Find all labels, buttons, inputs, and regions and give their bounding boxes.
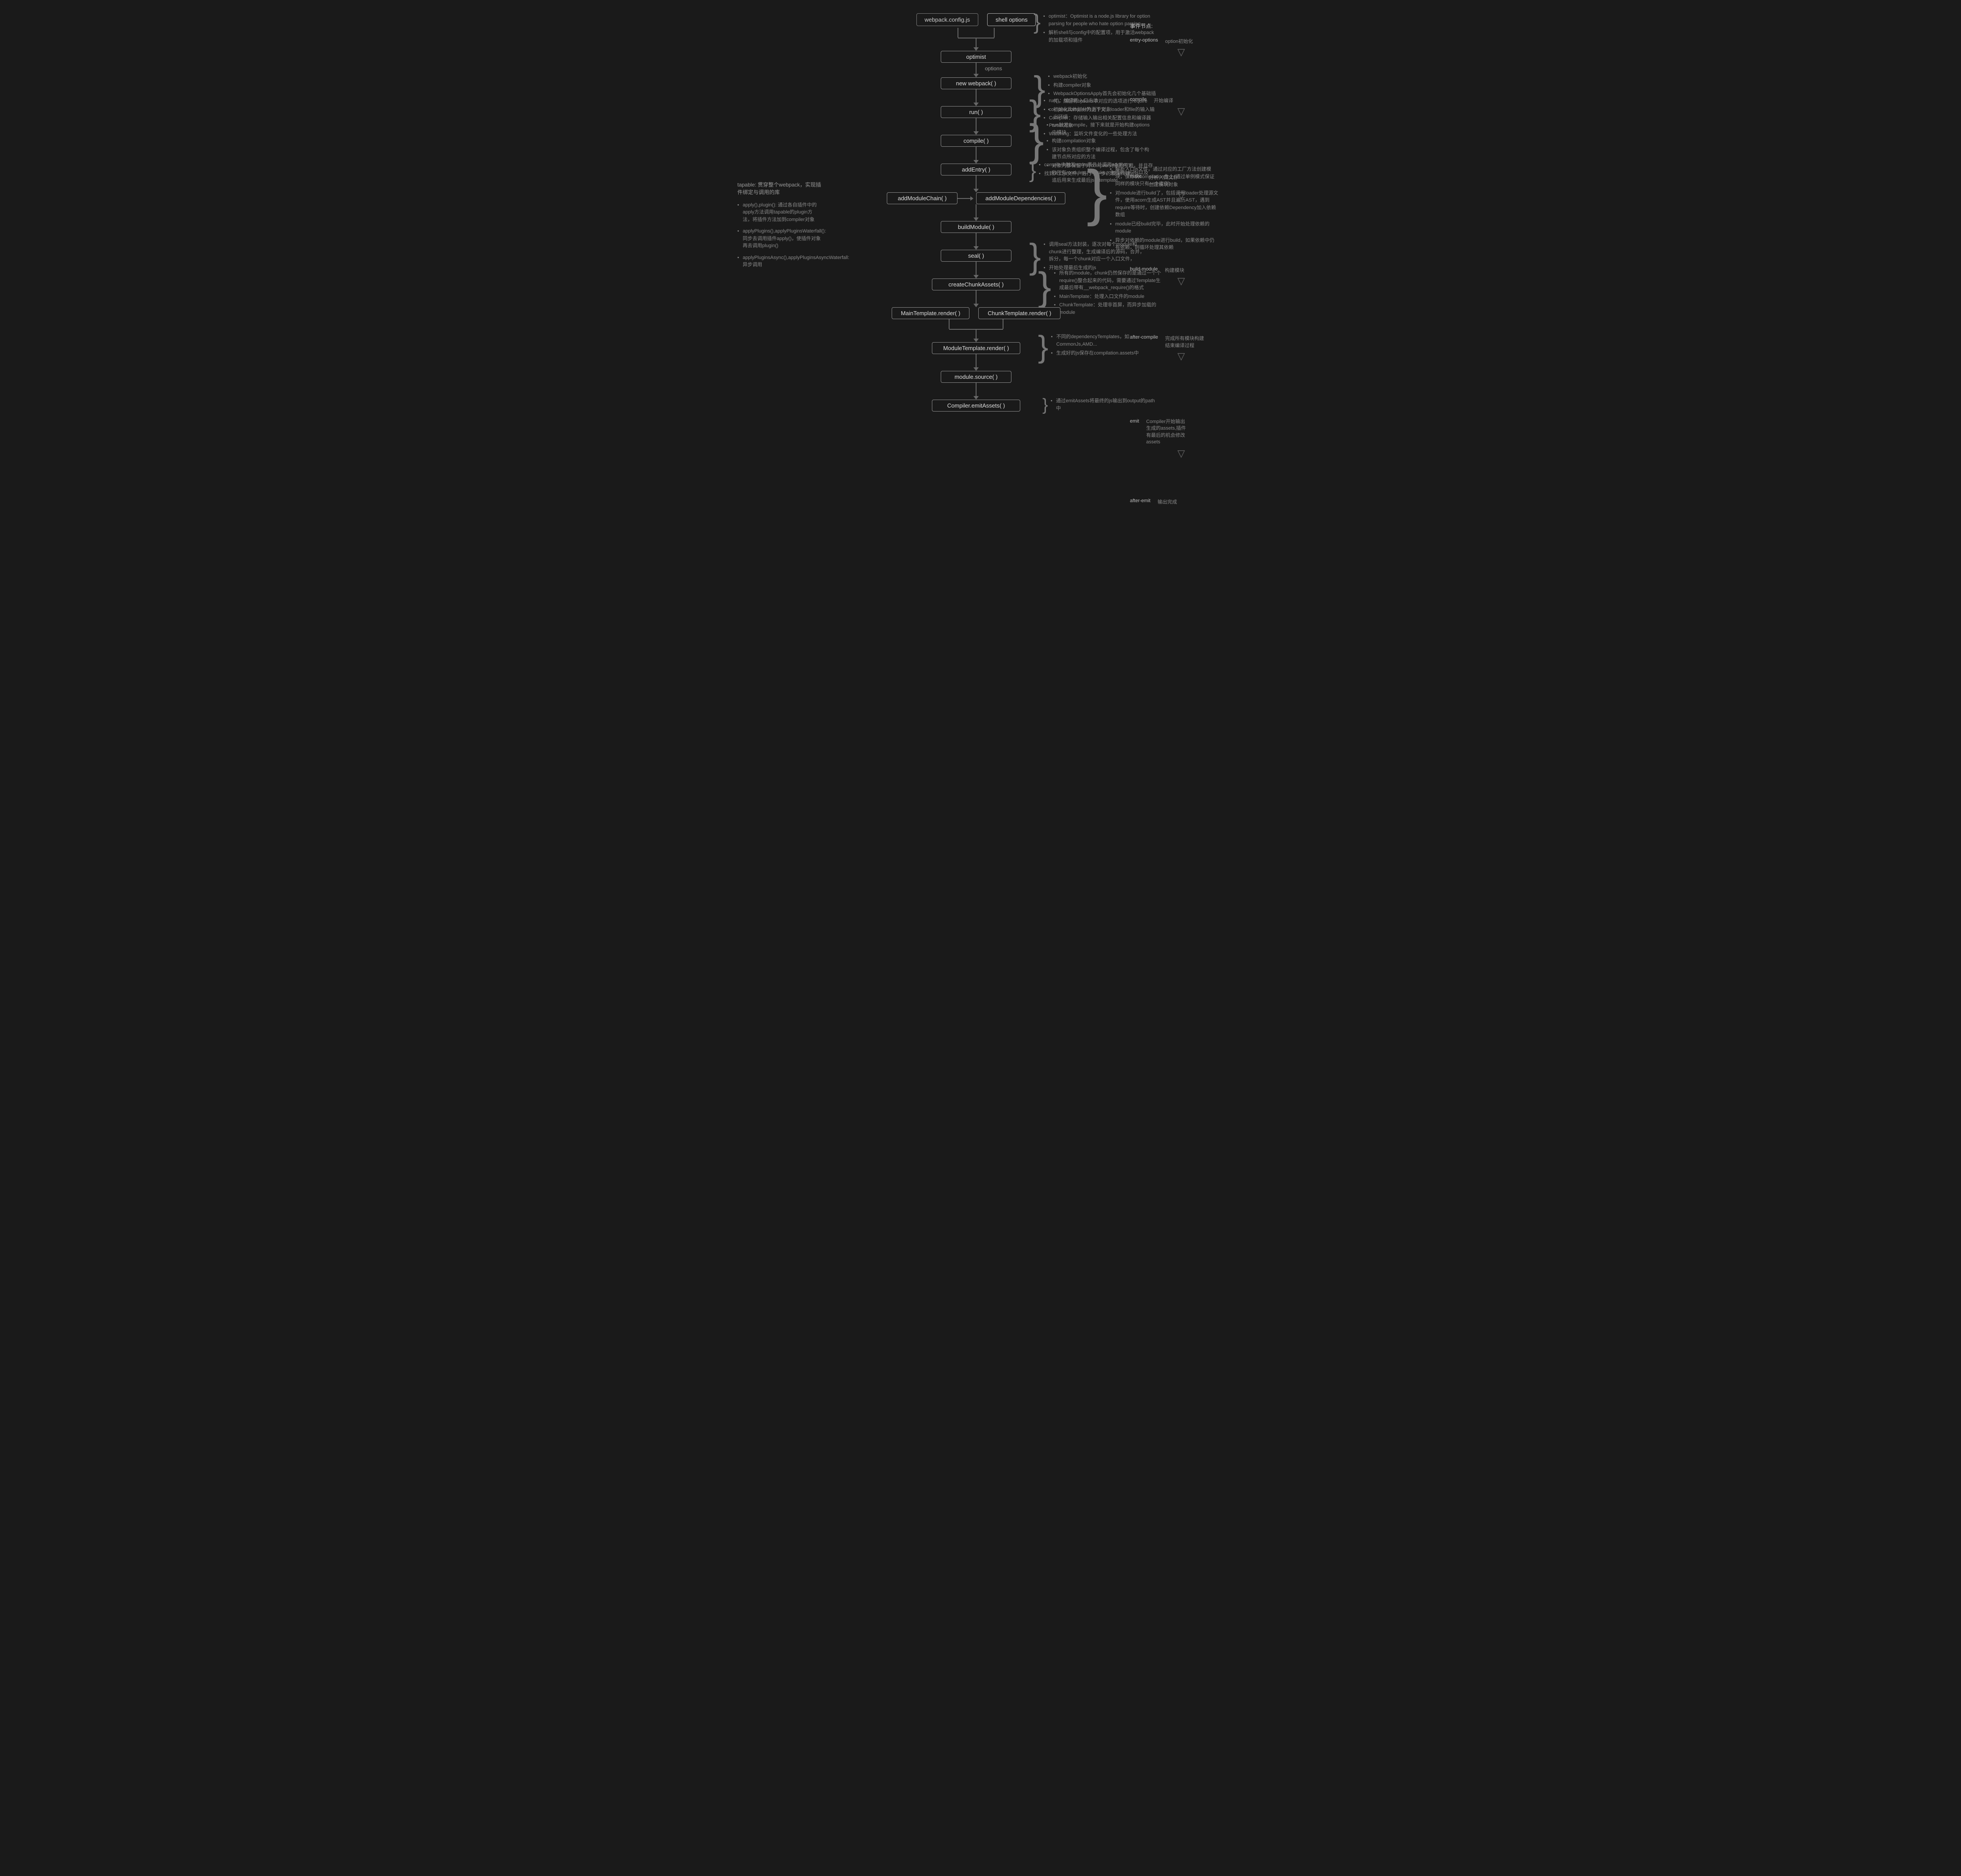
- line-to-modulesource: [973, 354, 979, 371]
- node-shell-options: shell options: [987, 13, 1036, 26]
- node-buildmodule: buildModule( ): [941, 221, 1011, 233]
- line-to-moduletemplate: [973, 330, 979, 342]
- line-to-renders: [973, 290, 979, 307]
- twin-module-nodes: addModuleChain( ) addModuleDependencies(…: [887, 192, 1065, 204]
- note-moduletemplate: } •不同的dependencyTemplates，如CommonJs,AMD.…: [1038, 333, 1157, 361]
- line-to-createchunkassets: [973, 262, 979, 278]
- buildmodule-section: buildModule( ): [826, 221, 1126, 233]
- event-emit: emit Compiler开始输出生成的assets,插件有最后的机会修改ass…: [1130, 415, 1224, 448]
- node-addmoduledependencies: addModuleDependencies( ): [976, 192, 1065, 204]
- node-createchunkassets: createChunkAssets( ): [932, 278, 1020, 290]
- tapable-item-3: applyPluginsAsync(),applyPluginsAsyncWat…: [737, 254, 821, 269]
- render-nodes-section: MainTemplate.render( ) ChunkTemplate.ren…: [826, 307, 1126, 319]
- compile-section: compile( ) } •run触发compile，接下来就是开始构建opti…: [826, 135, 1126, 147]
- module-chain-section: addModuleChain( ) addModuleDependencies(…: [826, 192, 1126, 204]
- tapable-list: apply(),plugin(): 通过各自插件中的apply方法调用tapab…: [737, 202, 821, 269]
- node-moduletemplate-render: ModuleTemplate.render( ): [932, 342, 1020, 354]
- options-label: options: [985, 65, 1002, 72]
- line-to-seal: [973, 233, 979, 250]
- note-optimist: } •optimist：Optimist is a node.js librar…: [1034, 13, 1157, 46]
- new-webpack-section: new webpack( ) } •webpack初始化 •构建compiler…: [826, 77, 1126, 89]
- arrow-1: ▽: [1139, 47, 1224, 57]
- node-compile: compile( ): [941, 135, 1011, 147]
- left-panel: tapable: 贯穿整个webpack，实现插件绑定与调用的库 apply()…: [737, 13, 826, 507]
- note-optimist-text: •optimist：Optimist is a node.js library …: [1043, 13, 1157, 46]
- line-to-emitassets: [973, 383, 979, 400]
- line-to-optimist: [973, 38, 979, 51]
- node-maintemplate-render: MainTemplate.render( ): [892, 307, 969, 319]
- line-to-addmodulechain: [973, 175, 979, 192]
- note-emitassets: } •通过emitAssets将最终的js输出到output的path中: [1042, 397, 1157, 413]
- line-to-run: [973, 89, 979, 106]
- arrow-6: ▽: [1139, 449, 1224, 458]
- tapable-item-2: applyPlugins(),applyPluginsWaterfall(): …: [737, 228, 821, 250]
- modulesource-section: module.source( ): [826, 371, 1126, 383]
- seal-section: seal( ) } •调用seal方法封装，逐次对每个module和chunk进…: [826, 250, 1126, 262]
- node-module-source: module.source( ): [941, 371, 1011, 383]
- note-moduledeps: } •解析入口js文件，通过对应的工厂方法创建模块，保存到compilation…: [1087, 166, 1219, 253]
- line-to-compile: [973, 118, 979, 135]
- line-to-addentry: [973, 147, 979, 164]
- node-addmodulechain: addModuleChain( ): [887, 192, 958, 204]
- node-seal: seal( ): [941, 250, 1011, 262]
- node-optimist: optimist: [941, 51, 1011, 63]
- createchunkassets-section: createChunkAssets( ) } •所有的module，chunk仍…: [826, 278, 1126, 290]
- flow-diagram: webpack.config.js shell options } •optim…: [826, 13, 1126, 507]
- node-chunktemplate-render: ChunkTemplate.render( ): [978, 307, 1061, 319]
- node-addentry: addEntry( ): [941, 164, 1011, 175]
- top-nodes: webpack.config.js shell options: [916, 13, 1036, 26]
- node-run: run( ): [941, 106, 1011, 118]
- node-new-webpack: new webpack( ): [941, 77, 1011, 89]
- addentry-section: addEntry( ) } •compile中触发make事件并调用addEnt…: [826, 164, 1126, 175]
- line-to-buildmodule: [973, 204, 979, 221]
- tapable-title: tapable: 贯穿整个webpack，实现插件绑定与调用的库: [737, 181, 821, 196]
- converge-to-module: [949, 319, 1003, 329]
- node-webpack-config: webpack.config.js: [916, 13, 979, 26]
- emitassets-section: Compiler.emitAssets( ) } •通过emitAssets将最…: [826, 400, 1126, 412]
- arrow-to-dependencies: [958, 198, 971, 199]
- run-section: run( ) } •run()：编译的入口方法 •compiler具体划分为两个…: [826, 106, 1126, 118]
- converge-lines: [958, 28, 995, 38]
- moduletemplate-section: ModuleTemplate.render( ) } •不同的dependenc…: [826, 342, 1126, 354]
- node-compiler-emitassets: Compiler.emitAssets( ): [932, 400, 1020, 412]
- tapable-item-1: apply(),plugin(): 通过各自插件中的apply方法调用tapab…: [737, 202, 821, 224]
- brace-optimist: }: [1034, 13, 1041, 32]
- event-after-emit: after-emit 输出完成: [1130, 495, 1224, 507]
